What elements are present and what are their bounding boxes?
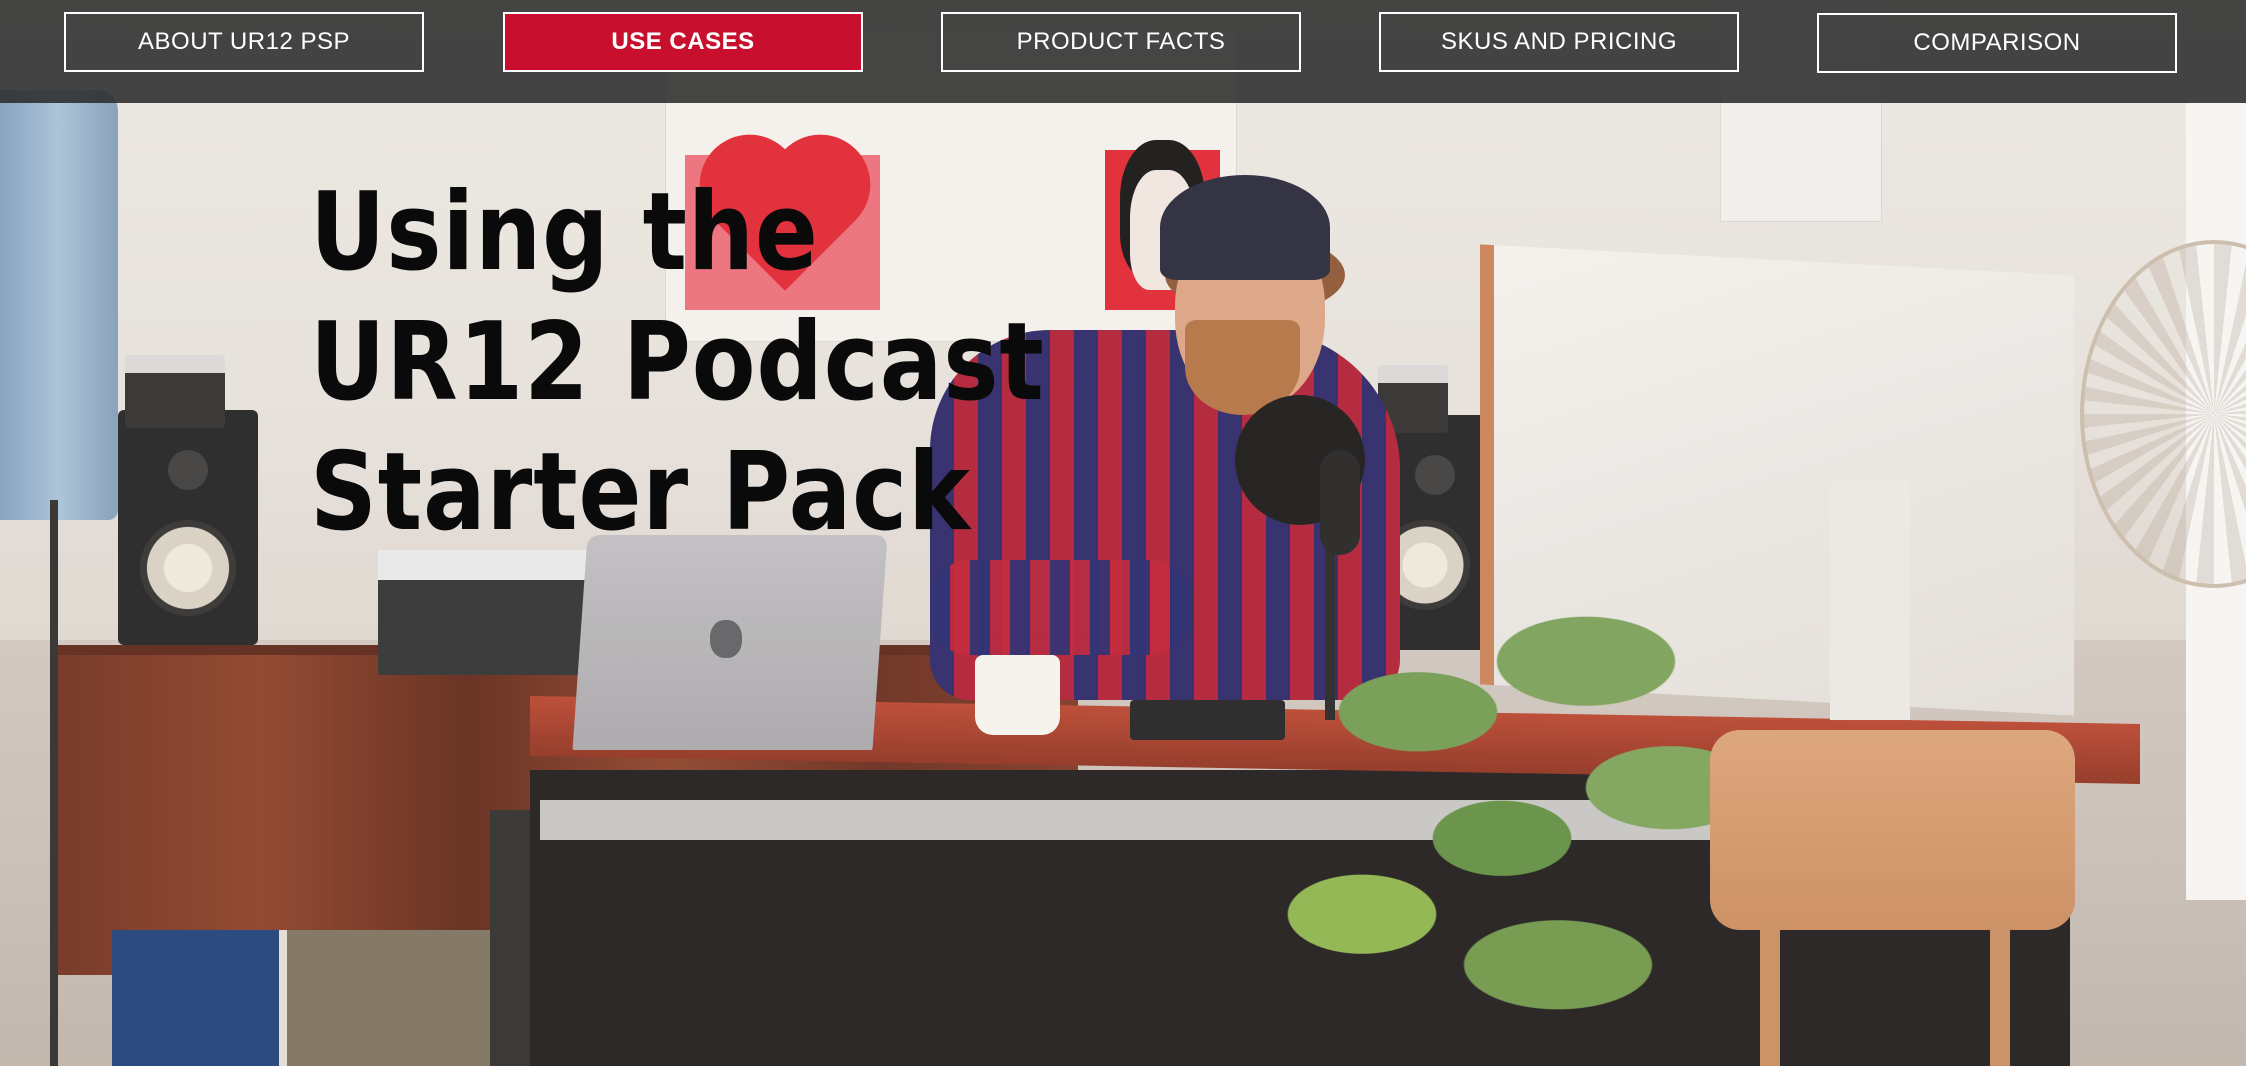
nav-button-label: USE CASES (611, 28, 755, 55)
nav-button-use-cases[interactable]: USE CASES (503, 12, 863, 72)
nav-button-comparison[interactable]: COMPARISON (1817, 13, 2177, 73)
nav-button-product-facts[interactable]: PRODUCT FACTS (941, 12, 1301, 72)
nav-button-skus-pricing[interactable]: SKUS AND PRICING (1379, 12, 1739, 72)
title-line-2: UR12 Podcast (310, 300, 1045, 425)
nav-button-label: COMPARISON (1913, 29, 2081, 56)
nav-button-label: SKUS AND PRICING (1440, 28, 1678, 55)
title-line-3: Starter Pack (310, 430, 971, 555)
page-title: Using the UR12 Podcast Starter Pack (310, 168, 1045, 558)
title-line-1: Using the (310, 170, 819, 295)
nav-button-about[interactable]: ABOUT UR12 PSP (64, 12, 424, 72)
slide: ABOUT UR12 PSP USE CASES PRODUCT FACTS S… (0, 0, 2246, 1066)
top-navigation-bar: ABOUT UR12 PSP USE CASES PRODUCT FACTS S… (0, 0, 2246, 103)
nav-button-label: PRODUCT FACTS (1016, 28, 1226, 55)
nav-button-label: ABOUT UR12 PSP (138, 28, 350, 55)
